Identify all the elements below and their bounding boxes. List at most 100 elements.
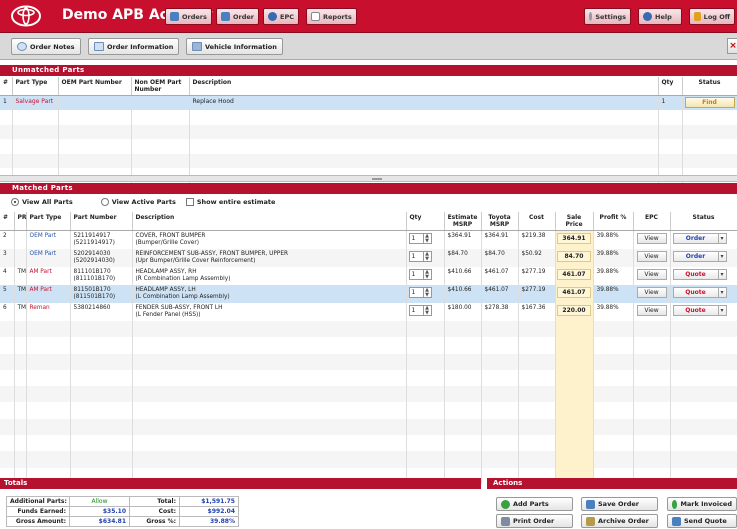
epc-view-button[interactable]: View [636, 287, 667, 298]
order-notes-button[interactable]: Order Notes [11, 38, 81, 55]
view-all-parts-radio[interactable]: View All Parts [11, 198, 73, 206]
view-active-parts-radio[interactable]: View Active Parts [100, 198, 176, 206]
log-off-button[interactable]: Log Off [689, 8, 735, 25]
sale-price-input[interactable]: 84.70 [557, 251, 591, 262]
status-dropdown[interactable]: Order ▾ [672, 251, 727, 262]
reports-icon [311, 12, 320, 21]
sale-price-input[interactable]: 220.00 [557, 305, 591, 316]
part-number-primary: 811501B170 [73, 287, 111, 293]
splitter-grip[interactable] [372, 178, 382, 180]
col-part-type: Part Type [12, 77, 59, 96]
total-label: Total: [129, 496, 180, 507]
nav-epc-button[interactable]: EPC [263, 8, 299, 25]
profit-pct: 39.88% [593, 285, 634, 303]
part-number-primary: 811101B170 [73, 269, 111, 275]
logoff-icon [694, 12, 701, 21]
part-type: AM Part [26, 267, 71, 285]
part-number-secondary: (5211914917) [73, 240, 115, 246]
spin-arrows-icon[interactable]: ▲ ▼ [422, 234, 431, 243]
qty-value: 1 [411, 253, 416, 260]
send-icon [672, 516, 681, 526]
save-order-button[interactable]: Save Order [581, 497, 658, 511]
col-description: Description [189, 77, 659, 96]
epc-view-button[interactable]: View [636, 305, 667, 316]
qty-stepper[interactable]: 1 ▲ ▼ [408, 233, 432, 244]
status-label: Quote [685, 271, 706, 278]
status-dropdown[interactable]: Quote ▾ [672, 269, 727, 280]
radio-icon [11, 198, 19, 206]
status-dropdown[interactable]: Order ▾ [672, 233, 727, 244]
epc-view-button[interactable]: View [636, 269, 667, 280]
sale-price-input[interactable]: 461.07 [557, 287, 591, 298]
pr [14, 230, 27, 249]
close-icon[interactable]: × [727, 38, 737, 54]
matched-header-row: # PR Part Type Part Number Description Q… [0, 212, 737, 231]
epc-view-button[interactable]: View [636, 233, 667, 244]
actions-header: Actions [487, 478, 737, 489]
table-row[interactable]: 5 TM AM Part 811501B170 (811501B170) HEADLAMP… [0, 285, 737, 303]
nav-reports-button[interactable]: Reports [306, 8, 357, 25]
unmatched-parts-table: # Part Type OEM Part Number Non OEM Part… [0, 77, 737, 183]
table-row[interactable]: 4 TM AM Part 811101B170 (811101B170) HEADLAMP… [0, 267, 737, 285]
epc-icon [268, 12, 277, 21]
estimate-msrp: $84.70 [444, 249, 482, 267]
qty: 1 [658, 95, 683, 110]
table-row[interactable]: 6 TM Reman 5380214860 FENDER SUB-ASSY, FRONT… [0, 303, 737, 321]
archive-order-button[interactable]: Archive Order [581, 514, 658, 528]
description: COVER, FRONT BUMPER (Bumper/Grille Cover) [132, 230, 407, 249]
cost: $277.19 [518, 285, 556, 303]
send-quote-button[interactable]: Send Quote [667, 514, 737, 528]
qty-stepper[interactable]: 1 ▲ ▼ [408, 269, 432, 280]
status-label: Quote [685, 289, 706, 296]
spin-arrows-icon[interactable]: ▲ ▼ [422, 270, 431, 279]
qty-stepper[interactable]: 1 ▲ ▼ [408, 251, 432, 262]
qty-stepper[interactable]: 1 ▲ ▼ [408, 287, 432, 298]
show-entire-estimate-checkbox[interactable]: Show entire estimate [185, 198, 275, 206]
pane-splitter[interactable] [0, 175, 737, 182]
status-dropdown[interactable]: Quote ▾ [672, 287, 727, 298]
gear-icon [589, 12, 593, 21]
part-type: Reman [26, 303, 71, 321]
spin-arrows-icon[interactable]: ▲ ▼ [422, 252, 431, 261]
estimate-msrp: $410.66 [444, 285, 482, 303]
sale-price-input[interactable]: 364.91 [557, 233, 591, 244]
settings-button[interactable]: Settings [584, 8, 631, 25]
part-type: OEM Part [26, 230, 71, 249]
table-row [0, 153, 737, 168]
checkbox-icon [185, 198, 194, 206]
profit-pct: 39.88% [593, 249, 634, 267]
table-row[interactable]: 2 OEM Part 5211914917 (5211914917) COVER, FR… [0, 230, 737, 249]
mark-invoiced-button[interactable]: Mark Invoiced [667, 497, 737, 511]
help-button[interactable]: Help [638, 8, 682, 25]
vehicle-information-button[interactable]: Vehicle Information [186, 38, 283, 55]
part-type: OEM Part [26, 249, 71, 267]
row-num: 3 [0, 249, 15, 267]
unmatched-header-row: # Part Type OEM Part Number Non OEM Part… [0, 77, 737, 96]
print-order-button[interactable]: Print Order [496, 514, 573, 528]
add-parts-button[interactable]: Add Parts [496, 497, 573, 511]
order-information-button[interactable]: Order Information [88, 38, 180, 55]
col-epc: EPC [633, 212, 671, 231]
description-secondary: (R Combination Lamp Assembly) [135, 276, 231, 282]
table-row[interactable]: 3 OEM Part 5202914030 (5202914030) REINFORCE… [0, 249, 737, 267]
find-button[interactable]: Find [684, 97, 735, 108]
table-row [0, 402, 737, 419]
nav-orders-button[interactable]: Orders [165, 8, 212, 25]
totals-row: Funds Earned: $35.10 Cost: $992.04 [6, 506, 239, 517]
sale-price-input[interactable]: 461.07 [557, 269, 591, 280]
status-dropdown[interactable]: Quote ▾ [672, 305, 727, 316]
spin-arrows-icon[interactable]: ▲ ▼ [422, 306, 431, 315]
spin-arrows-icon[interactable]: ▲ ▼ [422, 288, 431, 297]
order-icon [221, 12, 230, 21]
col-pr: PR [14, 212, 27, 231]
qty-stepper[interactable]: 1 ▲ ▼ [408, 305, 432, 316]
cost: $277.19 [518, 267, 556, 285]
row-num: 2 [0, 230, 15, 249]
part-number-secondary: (811501B170) [73, 294, 116, 300]
nav-order-button[interactable]: Order [216, 8, 259, 25]
table-row[interactable]: 1 Salvage Part Replace Hood 1 Find [0, 95, 737, 110]
epc-view-button[interactable]: View [636, 251, 667, 262]
plus-icon [501, 499, 510, 509]
col-estimate-msrp: Estimate MSRP [444, 212, 482, 231]
table-row [0, 451, 737, 468]
